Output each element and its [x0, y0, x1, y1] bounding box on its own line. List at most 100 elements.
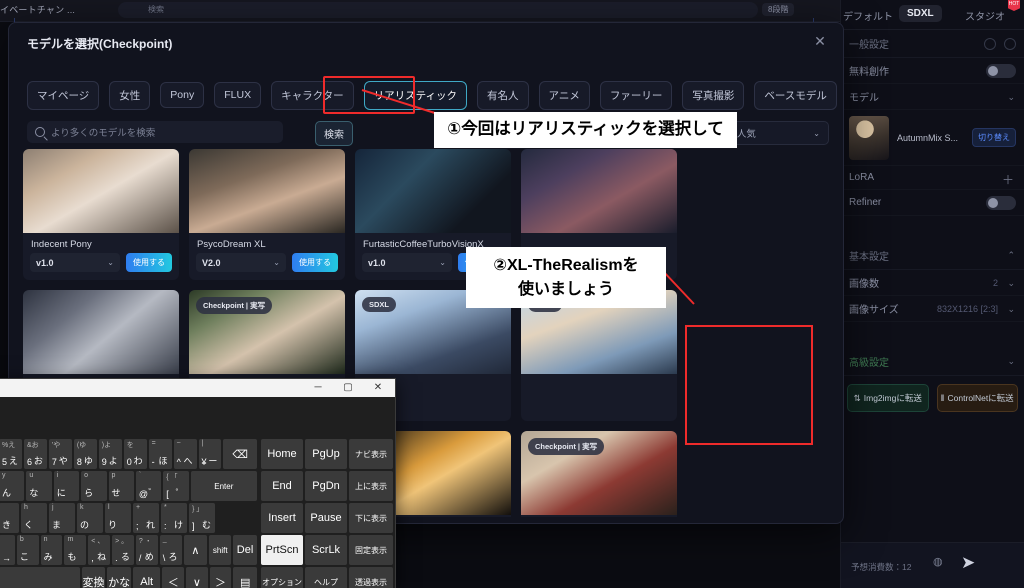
chevron-up-icon[interactable]: ⌃ — [1007, 250, 1015, 261]
refresh-icon[interactable] — [984, 38, 996, 50]
tab-ベースモデル[interactable]: ベースモデル — [754, 80, 837, 110]
keyboard-key[interactable]: ` @ ゛ — [135, 471, 162, 501]
keyboard-key[interactable]: iに — [53, 471, 80, 501]
minimize-icon[interactable]: ─ — [303, 379, 333, 397]
keyboard-key-PrtScn[interactable]: PrtScn — [261, 535, 303, 565]
keyboard-key-PgUp[interactable]: PgUp — [305, 439, 347, 469]
transfer-img2img-button[interactable]: ⇅ Img2imgに転送 — [847, 384, 929, 412]
gear-icon[interactable] — [1004, 38, 1016, 50]
free-creation-row[interactable]: 無料創作 — [841, 58, 1024, 84]
keyboard-key[interactable]: hく — [21, 503, 47, 533]
keyboard-key[interactable]: yん — [0, 471, 25, 501]
chevron-down-icon[interactable]: ⌄ — [1007, 278, 1015, 289]
keyboard-key-ScrLk[interactable]: ScrLk — [305, 535, 347, 565]
chevron-down-icon[interactable]: ⌄ — [1007, 356, 1015, 367]
keyboard-key[interactable]: ~ ^ へ — [173, 439, 197, 469]
image-count-row[interactable]: 画像数 2 ⌄ — [841, 270, 1024, 296]
keyboard-key[interactable]: +; れ — [133, 503, 159, 533]
keyboard-key-Home[interactable]: Home — [261, 439, 303, 469]
keyboard-key[interactable]: mも — [64, 535, 87, 565]
keyboard-key[interactable]: を 0わ — [123, 439, 147, 469]
close-icon[interactable]: ✕ — [811, 32, 829, 50]
search-input[interactable]: より多くのモデルを検索 — [27, 121, 283, 143]
virtual-keyboard-window[interactable]: ─ ▢ ✕ %え 5 え &お 6 お 'や 7 や (ゆ 8 ゆ)よ 9 よ を 0 わ = - ほ ~ ^ へ | ¥ ー ⌫ y… — [0, 378, 396, 588]
tab-女性[interactable]: 女性 — [109, 80, 151, 110]
keyboard-key-オプション[interactable]: オプション — [261, 567, 303, 588]
model-thumbnail[interactable]: Checkpoint | 実写 — [521, 431, 677, 515]
keyboard-key[interactable]: oら — [81, 471, 107, 501]
keyboard-key[interactable] — [0, 567, 80, 588]
model-card[interactable]: SDXL — [521, 290, 677, 421]
model-card[interactable]: Indecent Pony v1.0 ⌄ 使用する — [23, 149, 179, 280]
keyboard-key[interactable]: ∧ — [183, 535, 208, 565]
keyboard-key[interactable]: nみ — [40, 535, 63, 565]
version-select[interactable]: v1.0 ⌄ — [30, 253, 120, 272]
tab-アニメ[interactable]: アニメ — [538, 80, 590, 110]
keyboard-key[interactable]: kの — [77, 503, 103, 533]
keyboard-key[interactable]: = - ほ — [148, 439, 172, 469]
keyboard-key-ヘルプ[interactable]: ヘルプ — [305, 567, 347, 588]
keyboard-key-固定表示[interactable]: 固定表示 — [349, 535, 393, 565]
refiner-toggle[interactable] — [986, 196, 1016, 210]
keyboard-key[interactable]: 変換 — [81, 567, 106, 588]
keyboard-key[interactable]: ▤ — [233, 567, 257, 588]
model-thumbnail[interactable] — [23, 149, 179, 233]
keyboard-key[interactable]: )よ 9 よ — [98, 439, 122, 469]
switch-model-button[interactable]: 切り替え — [972, 128, 1016, 147]
keyboard-key-ナビ表示[interactable]: ナビ表示 — [349, 439, 393, 469]
chevron-down-icon[interactable]: ⌄ — [1007, 92, 1015, 103]
keyboard-key[interactable]: かな — [107, 567, 131, 588]
lora-row[interactable]: LoRA ＋ — [841, 166, 1024, 190]
use-model-button[interactable]: 使用する — [292, 253, 338, 272]
tab-ファーリー[interactable]: ファーリー — [599, 80, 673, 110]
section-general-settings[interactable]: 一般設定 — [841, 30, 1024, 58]
maximize-icon[interactable]: ▢ — [333, 379, 363, 397]
keyboard-key-PgDn[interactable]: PgDn — [305, 471, 347, 501]
keyboard-key-透過表示[interactable]: 透過表示 — [349, 567, 393, 588]
keyboard-key[interactable]: ∨ — [186, 567, 208, 588]
keyboard-key-下に表示[interactable]: 下に表示 — [349, 503, 393, 533]
keyboard-key[interactable]: %え 5 え — [0, 439, 22, 469]
model-thumbnail[interactable]: Checkpoint | 実写 — [189, 290, 345, 374]
refiner-row[interactable]: Refiner — [841, 190, 1024, 216]
section-basic-settings[interactable]: 基本設定 ⌃ — [841, 242, 1024, 270]
version-select[interactable]: v1.0 ⌄ — [362, 253, 452, 272]
version-select[interactable]: V2.0 ⌄ — [196, 253, 286, 272]
transfer-controlnet-button[interactable]: ⦀ ControlNetに転送 — [936, 384, 1018, 412]
image-size-row[interactable]: 画像サイズ 832X1216 [2:3] ⌄ — [841, 296, 1024, 322]
keyboard-key[interactable]: → — [0, 535, 15, 565]
tab-リアリスティック[interactable]: リアリスティック — [363, 80, 468, 110]
keyboard-key[interactable]: *: け — [161, 503, 187, 533]
keyboard-key[interactable]: _ \ ろ — [159, 535, 182, 565]
keyboard-key[interactable]: > 。. る — [112, 535, 134, 565]
tab-FLUX[interactable]: FLUX — [214, 82, 262, 108]
keyboard-key[interactable]: ? ・ / め — [135, 535, 158, 565]
free-creation-toggle[interactable] — [986, 64, 1016, 78]
model-thumbnail[interactable] — [189, 149, 345, 233]
search-button[interactable]: 検索 — [315, 121, 353, 146]
keyboard-key[interactable]: &お 6 お — [23, 439, 47, 469]
plus-icon[interactable]: ＋ — [1002, 171, 1014, 188]
model-thumbnail[interactable] — [23, 290, 179, 374]
selected-model-card[interactable]: AutumnMix S... 切り替え — [841, 110, 1024, 166]
tab-有名人[interactable]: 有名人 — [477, 80, 529, 110]
keyboard-key-End[interactable]: End — [261, 471, 303, 501]
tab-写真撮影[interactable]: 写真撮影 — [682, 80, 745, 110]
keyboard-key[interactable]: 'や 7 や — [48, 439, 72, 469]
keyboard-key[interactable]: き — [0, 503, 19, 533]
keyboard-key[interactable]: | ¥ ー — [198, 439, 222, 469]
keyboard-key[interactable]: bこ — [16, 535, 39, 565]
model-thumbnail[interactable] — [355, 149, 511, 233]
chevron-down-icon[interactable]: ⌄ — [1007, 304, 1015, 315]
keyboard-titlebar[interactable]: ─ ▢ ✕ — [0, 379, 395, 397]
keyboard-key[interactable]: shift — [209, 535, 232, 565]
sidebar-tab-studio[interactable]: スタジオ — [957, 5, 1013, 26]
keyboard-key-Pause[interactable]: Pause — [305, 503, 347, 533]
close-icon[interactable]: ✕ — [363, 379, 393, 397]
keyboard-key-上に表示[interactable]: 上に表示 — [349, 471, 393, 501]
sidebar-tab-default[interactable]: デフォルト — [835, 5, 901, 26]
keyboard-key[interactable]: Enter — [190, 471, 257, 501]
model-card[interactable]: PsycoDream XL V2.0 ⌄ 使用する — [189, 149, 345, 280]
keyboard-key[interactable]: ＜ — [162, 567, 185, 588]
keyboard-key[interactable]: pせ — [108, 471, 134, 501]
